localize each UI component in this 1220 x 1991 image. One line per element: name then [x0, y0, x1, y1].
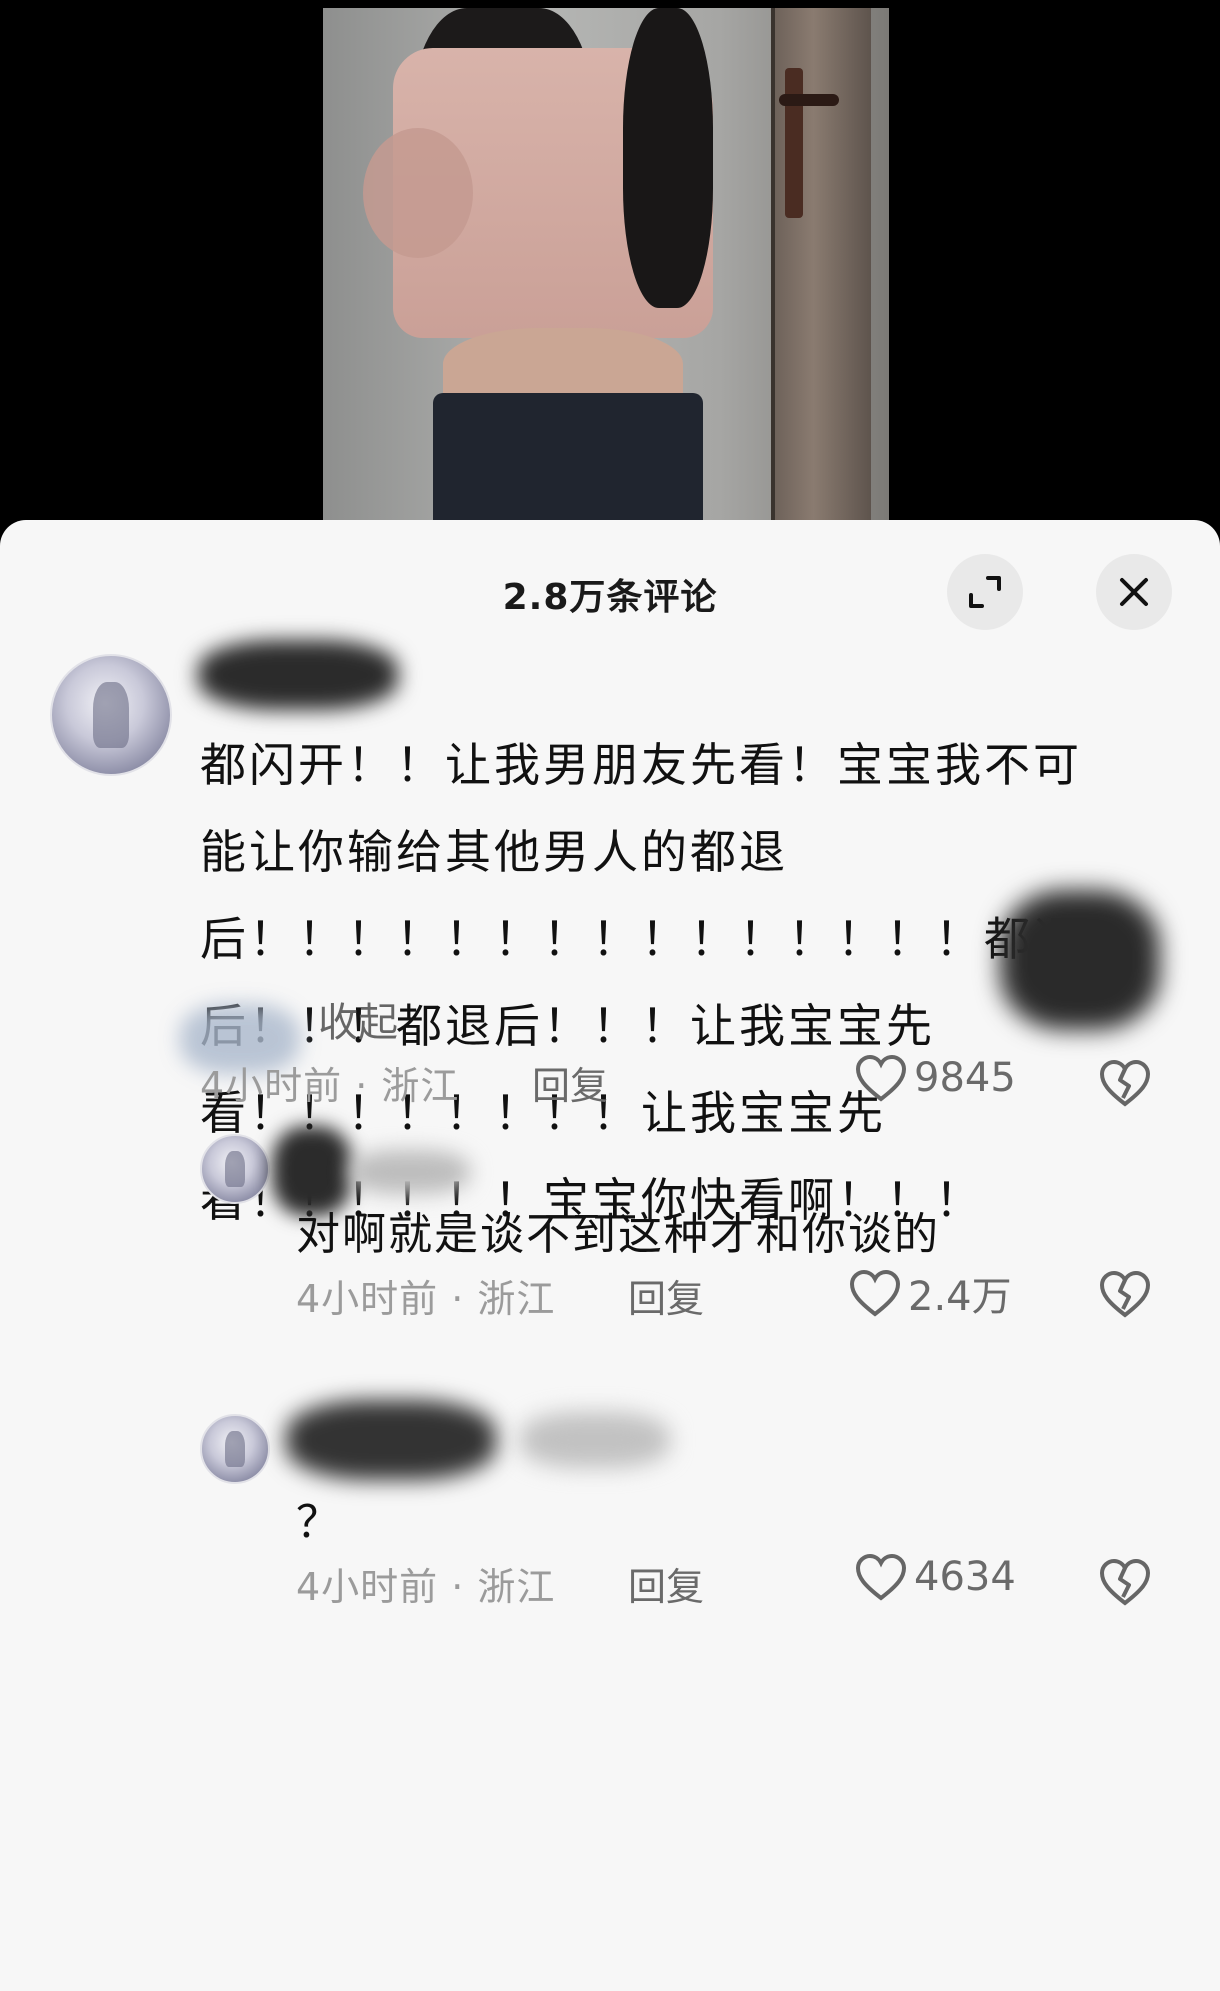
door-lock — [785, 68, 803, 218]
avatar-figure — [225, 1150, 245, 1188]
reply-time-location: 4小时前 · 浙江 — [296, 1565, 556, 1609]
comment-sheet: 2.8万条评论 都闪开！！让我男朋友先看！宝宝我不可 能让你输给其他男人的都退 … — [0, 520, 1220, 1991]
reply-button[interactable]: 回复 — [532, 1055, 608, 1110]
video-frame — [323, 8, 889, 540]
reply-button[interactable]: 回复 — [628, 1268, 704, 1323]
video-subject-arm — [363, 128, 473, 258]
collapse-button[interactable]: 收起 — [318, 990, 398, 1048]
like-button[interactable]: 2.4万 — [848, 1264, 1012, 1322]
heart-outline-icon — [855, 1054, 907, 1102]
close-icon — [1120, 578, 1148, 606]
reply-button[interactable]: 回复 — [628, 1556, 704, 1611]
username-redacted — [198, 640, 398, 710]
expand-icon — [969, 576, 1001, 608]
comment-count-title: 2.8万条评论 — [502, 577, 718, 618]
comment-time-location: 4小时前 · 浙江 — [200, 1064, 460, 1108]
username-redacted — [520, 1412, 670, 1468]
video-door — [771, 8, 871, 540]
broken-heart-icon[interactable] — [1098, 1557, 1152, 1607]
heart-outline-icon — [849, 1269, 901, 1317]
video-subject-jeans — [433, 393, 703, 540]
avatar-figure — [93, 681, 129, 749]
door-handle — [779, 94, 839, 106]
username-redacted — [286, 1400, 496, 1480]
reply-text: ？ — [296, 1497, 342, 1548]
video-subject-hair-right — [623, 8, 713, 308]
close-button[interactable] — [1096, 554, 1172, 630]
like-button[interactable]: 9845 — [854, 1053, 1016, 1103]
like-count: 9845 — [914, 1055, 1016, 1101]
broken-heart-icon[interactable] — [1098, 1269, 1152, 1319]
expand-button[interactable] — [947, 554, 1023, 630]
heart-outline-icon — [855, 1553, 907, 1601]
reply-time-location: 4小时前 · 浙江 — [296, 1277, 556, 1321]
avatar[interactable] — [200, 1414, 270, 1484]
avatar-figure — [225, 1430, 245, 1468]
like-button[interactable]: 4634 — [854, 1552, 1016, 1602]
reply-text: 对啊就是谈不到这种才和你谈的 — [296, 1209, 940, 1260]
avatar[interactable] — [50, 654, 172, 776]
video-player[interactable] — [0, 0, 1220, 540]
like-count: 4634 — [914, 1554, 1016, 1600]
redaction-mark — [1000, 890, 1160, 1030]
broken-heart-icon[interactable] — [1098, 1058, 1152, 1108]
username-redacted — [350, 1150, 470, 1194]
avatar[interactable] — [200, 1134, 270, 1204]
like-count: 2.4万 — [908, 1274, 1012, 1320]
